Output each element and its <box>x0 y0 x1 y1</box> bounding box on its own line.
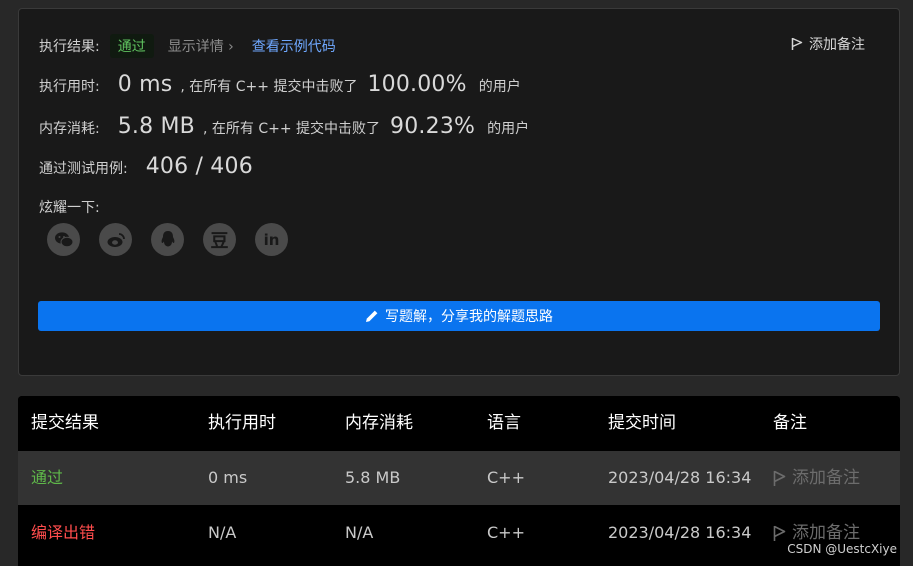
runtime-suffix: 的用户 <box>478 79 521 95</box>
header-result: 提交结果 <box>31 413 99 433</box>
header-memory: 内存消耗 <box>345 413 413 433</box>
runtime-beat-text: , 在所有 C++ 提交中击败了 <box>180 79 358 95</box>
memory-percent: 90.23% <box>390 114 476 139</box>
flag-icon <box>773 525 786 541</box>
submissions-table: 提交结果 执行用时 内存消耗 语言 提交时间 备注 通过 0 ms 5.8 MB… <box>18 396 900 566</box>
memory-value: 5.8 MB <box>117 114 195 139</box>
add-note-label: 添加备注 <box>809 37 865 53</box>
row-memory: N/A <box>345 523 374 542</box>
result-label: 执行结果: <box>39 39 100 55</box>
table-row[interactable]: 通过 0 ms 5.8 MB C++ 2023/04/28 16:34 添加备注 <box>18 451 900 505</box>
table-header: 提交结果 执行用时 内存消耗 语言 提交时间 备注 <box>18 396 900 450</box>
row-result-link[interactable]: 编译出错 <box>31 506 95 560</box>
row-add-note-button[interactable]: 添加备注 <box>773 451 860 505</box>
add-note-button[interactable]: 添加备注 <box>791 34 865 54</box>
header-submit-time: 提交时间 <box>608 413 676 433</box>
memory-suffix: 的用户 <box>487 121 530 137</box>
memory-beat-text: , 在所有 C++ 提交中击败了 <box>202 121 381 137</box>
wechat-icon[interactable] <box>47 223 80 256</box>
memory-label: 内存消耗: <box>39 121 100 137</box>
flag-icon <box>791 37 803 50</box>
runtime-value: 0 ms <box>117 72 173 97</box>
row-runtime: N/A <box>208 523 237 542</box>
write-solution-label: 写题解，分享我的解题思路 <box>385 309 553 325</box>
submission-result-panel: 执行结果: 通过 显示详情 › 查看示例代码 添加备注 执行用时: 0 ms ,… <box>18 8 900 376</box>
header-language: 语言 <box>487 413 521 433</box>
testcases-label: 通过测试用例: <box>39 161 128 177</box>
row-result-link[interactable]: 通过 <box>31 451 63 505</box>
runtime-percent: 100.00% <box>367 72 467 97</box>
pencil-icon <box>366 310 378 322</box>
table-row[interactable]: 编译出错 N/A N/A C++ 2023/04/28 16:34 添加备注 <box>18 506 900 560</box>
row-memory: 5.8 MB <box>345 468 401 487</box>
header-runtime: 执行用时 <box>208 413 276 433</box>
row-submit-time: 2023/04/28 16:34 <box>608 523 752 542</box>
qq-icon[interactable] <box>151 223 184 256</box>
runtime-row: 执行用时: 0 ms , 在所有 C++ 提交中击败了 100.00% 的用户 <box>39 72 521 97</box>
row-language: C++ <box>487 468 525 487</box>
result-row: 执行结果: 通过 显示详情 › 查看示例代码 <box>39 34 336 58</box>
douban-glyph: 豆 <box>210 230 229 252</box>
view-example-code-link[interactable]: 查看示例代码 <box>252 36 336 56</box>
show-details-link[interactable]: 显示详情 › <box>168 36 234 56</box>
flag-icon <box>773 470 786 486</box>
row-add-note-label: 添加备注 <box>792 468 860 488</box>
linkedin-glyph: in <box>263 230 280 249</box>
watermark: CSDN @UestcXiye <box>787 542 897 556</box>
row-submit-time: 2023/04/28 16:34 <box>608 468 752 487</box>
write-solution-button[interactable]: 写题解，分享我的解题思路 <box>38 301 880 331</box>
testcases-value: 406 / 406 <box>145 154 253 179</box>
testcases-row: 通过测试用例: 406 / 406 <box>39 154 253 179</box>
douban-icon[interactable]: 豆 <box>203 223 236 256</box>
row-runtime: 0 ms <box>208 468 248 487</box>
linkedin-icon[interactable]: in <box>255 223 288 256</box>
share-row: 炫耀一下: <box>39 197 100 217</box>
weibo-icon[interactable] <box>99 223 132 256</box>
share-label: 炫耀一下: <box>39 200 100 216</box>
memory-row: 内存消耗: 5.8 MB , 在所有 C++ 提交中击败了 90.23% 的用户 <box>39 114 529 139</box>
header-note: 备注 <box>773 413 807 433</box>
runtime-label: 执行用时: <box>39 79 100 95</box>
status-badge: 通过 <box>109 34 154 58</box>
share-icons: 豆 in <box>47 223 288 256</box>
row-language: C++ <box>487 523 525 542</box>
